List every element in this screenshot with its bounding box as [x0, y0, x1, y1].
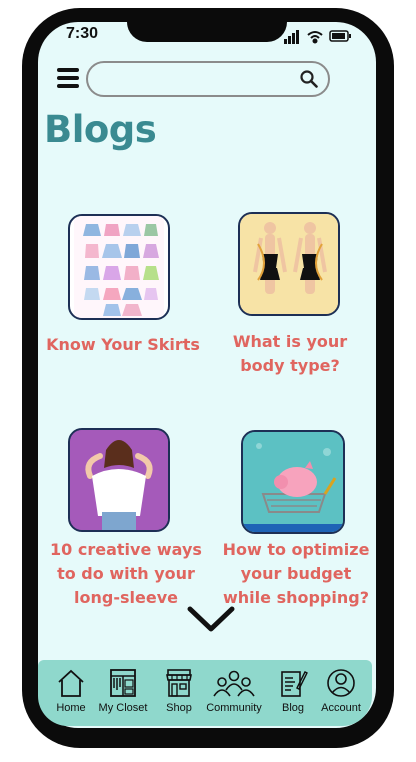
blog-icon: [281, 671, 308, 697]
home-icon: [58, 669, 84, 697]
skirts-thumbnail[interactable]: [68, 214, 170, 320]
body-type-thumbnail[interactable]: [238, 212, 340, 316]
search-bar[interactable]: [86, 61, 330, 97]
budget-thumbnail[interactable]: [241, 430, 345, 534]
signal-icon: [284, 30, 299, 44]
chevron-down-icon[interactable]: [186, 604, 236, 634]
account-icon: [327, 669, 355, 697]
closet-icon: [110, 669, 136, 697]
shop-icon: [166, 669, 192, 697]
nav-label: Account: [321, 702, 361, 714]
status-icons: [284, 30, 351, 44]
wifi-icon: [307, 31, 323, 44]
nav-label: Community: [206, 702, 262, 714]
menu-icon[interactable]: [57, 68, 79, 88]
search-input[interactable]: [102, 63, 306, 95]
page-title: Blogs: [44, 108, 157, 151]
blog-title[interactable]: Know Your Skirts: [46, 333, 200, 357]
status-time: 7:30: [66, 25, 99, 42]
blog-title[interactable]: What is your body type?: [214, 330, 366, 378]
long-sleeve-thumbnail[interactable]: [68, 428, 170, 532]
battery-icon: [329, 30, 351, 42]
nav-item-my-closet[interactable]: My Closet: [91, 668, 155, 714]
nav-item-account[interactable]: Account: [309, 668, 373, 714]
notch: [127, 22, 287, 42]
blog-title[interactable]: 10 creative ways to do with your long-sl…: [46, 538, 206, 610]
nav-item-community[interactable]: Community: [202, 668, 266, 714]
nav-label: My Closet: [98, 702, 148, 714]
search-icon[interactable]: [300, 70, 318, 88]
community-icon: [213, 670, 255, 697]
blog-title[interactable]: How to optimize your budget while shoppi…: [218, 538, 374, 610]
